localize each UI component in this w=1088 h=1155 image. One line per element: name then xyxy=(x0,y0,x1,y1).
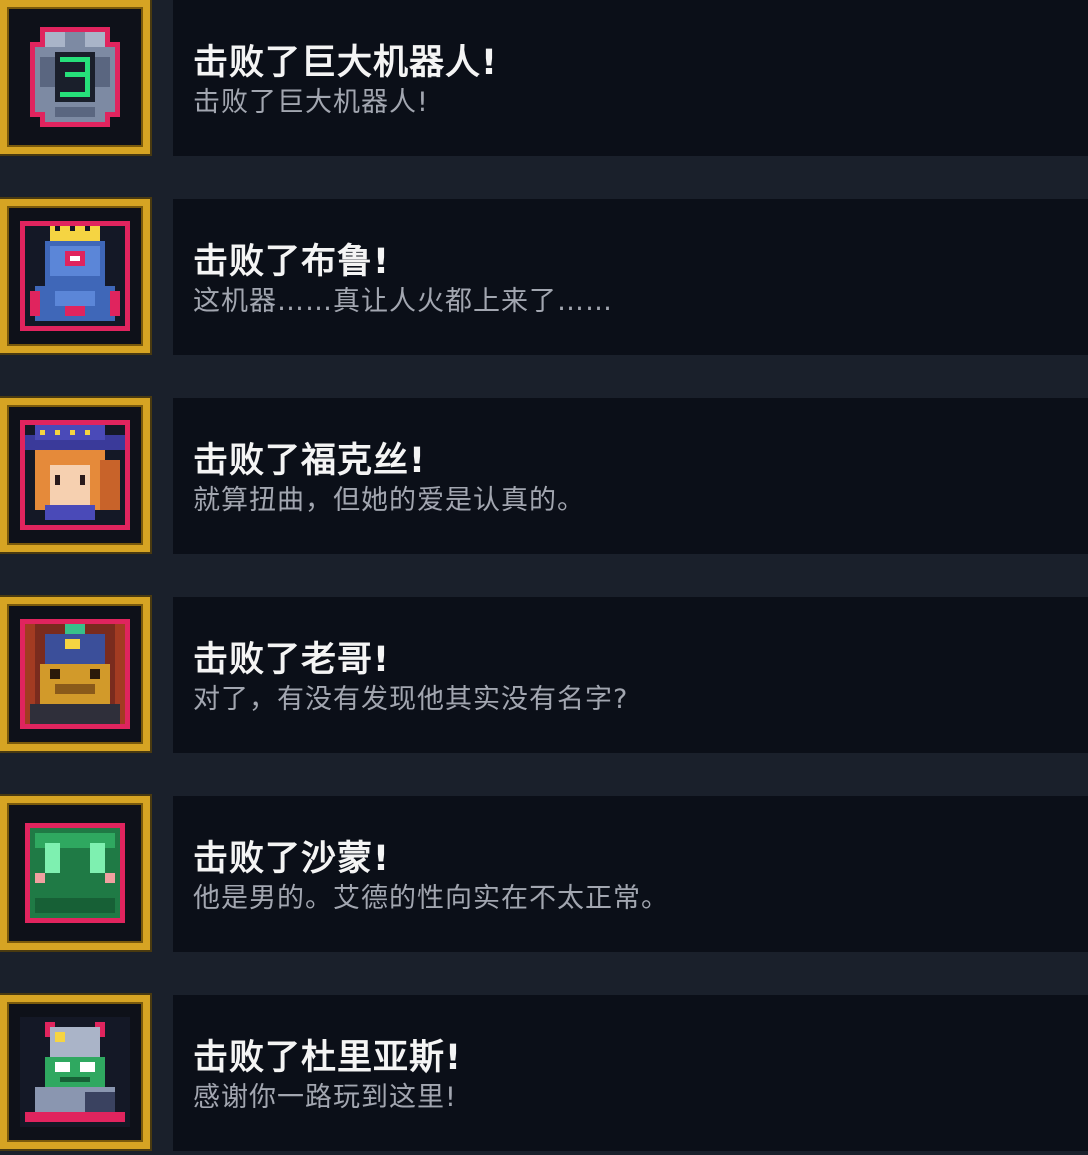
achievement-panel: 击败了老哥! 对了，有没有发现他其实没有名字? xyxy=(173,597,1088,753)
achievement-row: 击败了福克丝! 就算扭曲，但她的爱是认真的。 xyxy=(0,398,1088,558)
achievement-panel: 击败了巨大机器人! 击败了巨大机器人! xyxy=(173,0,1088,156)
achievement-row: 击败了沙蒙! 他是男的。艾德的性向实在不太正常。 xyxy=(0,796,1088,956)
achievement-title: 击败了巨大机器人! xyxy=(193,43,498,83)
achievement-row: 击败了杜里亚斯! 感谢你一路玩到这里! xyxy=(0,995,1088,1155)
achievement-description: 他是男的。艾德的性向实在不太正常。 xyxy=(193,883,669,914)
achievement-description: 击败了巨大机器人! xyxy=(193,87,429,118)
achievement-panel: 击败了杜里亚斯! 感谢你一路玩到这里! xyxy=(173,995,1088,1151)
achievement-badge xyxy=(0,0,150,154)
blue-robot-king-icon xyxy=(20,221,130,331)
green-slime-icon xyxy=(25,823,125,923)
old-brother-icon xyxy=(20,619,130,729)
dulias-knight-icon xyxy=(20,1017,130,1127)
fox-girl-icon xyxy=(20,420,130,530)
achievement-title: 击败了杜里亚斯! xyxy=(193,1038,462,1078)
achievement-title: 击败了沙蒙! xyxy=(193,839,390,879)
achievement-badge xyxy=(0,597,150,751)
achievement-badge xyxy=(0,199,150,353)
achievement-title: 击败了福克丝! xyxy=(193,441,426,481)
achievement-badge xyxy=(0,398,150,552)
achievement-badge xyxy=(0,796,150,950)
achievement-title: 击败了布鲁! xyxy=(193,242,390,282)
achievement-badge xyxy=(0,995,150,1149)
achievement-list: 击败了巨大机器人! 击败了巨大机器人! 击败了布鲁! 这机器……真让人火都上来了… xyxy=(0,0,1088,1151)
giant-robot-icon xyxy=(30,27,120,127)
achievement-description: 这机器……真让人火都上来了…… xyxy=(193,286,613,317)
achievement-row: 击败了巨大机器人! 击败了巨大机器人! xyxy=(0,0,1088,160)
achievement-row: 击败了老哥! 对了，有没有发现他其实没有名字? xyxy=(0,597,1088,757)
achievement-panel: 击败了沙蒙! 他是男的。艾德的性向实在不太正常。 xyxy=(173,796,1088,952)
achievement-description: 感谢你一路玩到这里! xyxy=(193,1082,457,1113)
achievement-description: 对了，有没有发现他其实没有名字? xyxy=(193,684,629,715)
achievement-panel: 击败了福克丝! 就算扭曲，但她的爱是认真的。 xyxy=(173,398,1088,554)
achievement-row: 击败了布鲁! 这机器……真让人火都上来了…… xyxy=(0,199,1088,359)
achievement-description: 就算扭曲，但她的爱是认真的。 xyxy=(193,485,585,516)
achievement-title: 击败了老哥! xyxy=(193,640,390,680)
achievement-panel: 击败了布鲁! 这机器……真让人火都上来了…… xyxy=(173,199,1088,355)
